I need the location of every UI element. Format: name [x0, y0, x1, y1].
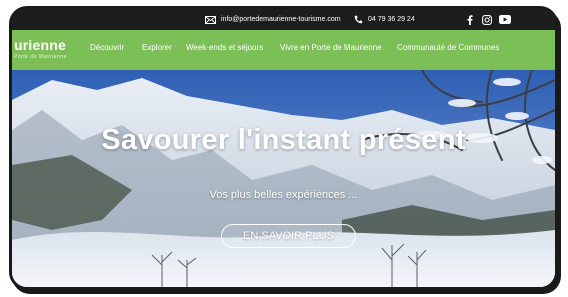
instagram-link[interactable]: [482, 9, 492, 30]
logo-text: urienne: [14, 37, 66, 53]
nav-link-weekends-sejours[interactable]: Week-ends et séjours: [186, 43, 263, 52]
hero-banner: Savourer l'instant présent Vos plus bell…: [12, 70, 555, 287]
phone-link[interactable]: 04 79 36 29 24: [354, 9, 415, 30]
hero-subtitle: Vos plus belles expériences ...: [209, 189, 358, 201]
learn-more-button[interactable]: EN SAVOIR PLUS: [221, 224, 356, 248]
instagram-icon: [482, 14, 492, 25]
envelope-icon: [205, 15, 216, 24]
facebook-link[interactable]: [467, 9, 473, 30]
youtube-icon: [499, 15, 511, 24]
facebook-icon: [467, 14, 473, 25]
nav-link-communaute[interactable]: Communauté de Communes: [397, 43, 499, 52]
phone-icon: [354, 15, 363, 24]
nav-link-decouvrir[interactable]: Découvrir: [90, 43, 124, 52]
site-logo[interactable]: urienne Porte de Maurienne: [14, 38, 67, 60]
nav-link-vivre[interactable]: Vivre en Porte de Maurienne: [280, 43, 382, 52]
hero-background-image: [12, 70, 555, 287]
hero-title: Savourer l'instant présent: [101, 124, 466, 156]
email-text: info@portedemaurienne-tourisme.com: [221, 16, 341, 23]
main-navigation: urienne Porte de Maurienne Découvrir Exp…: [12, 30, 555, 70]
logo-subtext: Porte de Maurienne: [14, 54, 67, 60]
nav-link-explorer[interactable]: Explorer: [142, 43, 172, 52]
top-contact-bar: info@portedemaurienne-tourisme.com 04 79…: [12, 9, 555, 30]
phone-text: 04 79 36 29 24: [368, 16, 415, 23]
email-link[interactable]: info@portedemaurienne-tourisme.com: [205, 9, 341, 30]
youtube-link[interactable]: [499, 9, 511, 30]
browser-frame: info@portedemaurienne-tourisme.com 04 79…: [9, 6, 558, 290]
